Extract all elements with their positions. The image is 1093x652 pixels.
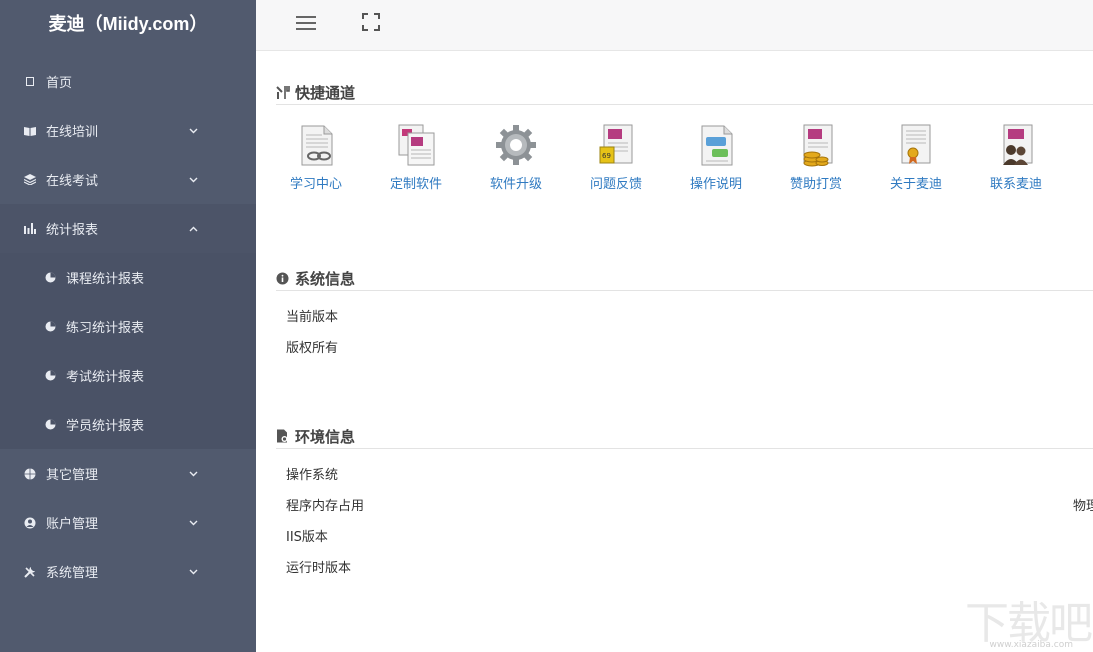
info-row-iis-version: IIS版本 bbox=[286, 530, 328, 545]
sidebar-subitem-course-report[interactable]: 课程统计报表 bbox=[0, 253, 256, 302]
pie-chart-icon bbox=[44, 272, 56, 284]
fullscreen-icon bbox=[362, 13, 380, 35]
quick-item-custom-software[interactable]: 定制软件 bbox=[376, 123, 456, 192]
chevron-up-icon bbox=[188, 224, 198, 234]
sidebar-item-account[interactable]: 账户管理 bbox=[0, 498, 256, 547]
chevron-down-icon bbox=[188, 126, 198, 136]
quick-item-label: 操作说明 bbox=[689, 177, 742, 192]
sidebar-subitem-label: 学员统计报表 bbox=[66, 419, 145, 434]
document-gear-icon bbox=[276, 429, 290, 443]
sidebar-item-system[interactable]: 系统管理 bbox=[0, 547, 256, 596]
coins-document-icon bbox=[794, 123, 838, 167]
account-icon bbox=[24, 517, 36, 529]
contacts-icon bbox=[994, 123, 1038, 167]
certificate-icon bbox=[894, 123, 938, 167]
sidebar-subitem-student-report[interactable]: 学员统计报表 bbox=[0, 400, 256, 449]
sidebar-item-label: 首页 bbox=[46, 76, 73, 91]
system-info-header: 系统信息 bbox=[276, 266, 1093, 291]
top-bar bbox=[256, 0, 1093, 51]
quick-access-title: 快捷通道 bbox=[295, 83, 356, 102]
sidebar-item-reports[interactable]: 统计报表 bbox=[0, 204, 256, 253]
tools-icon bbox=[276, 85, 290, 99]
sidebar: 麦迪（Miidy.com） 首页 在线培训 在线考试 统计报表 课程统计报表 练… bbox=[0, 0, 256, 652]
info-row-copyright: 版权所有 bbox=[286, 341, 339, 356]
menu-toggle-button[interactable] bbox=[294, 12, 318, 36]
environment-info-header: 环境信息 bbox=[276, 424, 1093, 449]
svg-text:69: 69 bbox=[602, 152, 611, 160]
sidebar-item-training[interactable]: 在线培训 bbox=[0, 106, 256, 155]
quick-item-label: 学习中心 bbox=[289, 177, 342, 192]
sidebar-subitem-practice-report[interactable]: 练习统计报表 bbox=[0, 302, 256, 351]
quick-item-label: 联系麦迪 bbox=[989, 177, 1042, 192]
gear-icon bbox=[494, 123, 538, 167]
quick-item-instructions[interactable]: 操作说明 bbox=[676, 123, 756, 192]
sidebar-item-exam[interactable]: 在线考试 bbox=[0, 155, 256, 204]
system-info-title: 系统信息 bbox=[295, 269, 356, 288]
feedback-document-icon: 69 bbox=[594, 123, 638, 167]
pie-chart-icon bbox=[44, 370, 56, 382]
sidebar-subitem-label: 课程统计报表 bbox=[66, 272, 145, 287]
documents-icon bbox=[394, 123, 438, 167]
quick-item-feedback[interactable]: 69 问题反馈 bbox=[576, 123, 656, 192]
sidebar-subitem-label: 练习统计报表 bbox=[66, 321, 145, 336]
book-icon bbox=[24, 125, 36, 137]
pie-chart-icon bbox=[44, 419, 56, 431]
info-row-physical-memory-cutoff: 物理 bbox=[1073, 499, 1093, 514]
sidebar-item-label: 系统管理 bbox=[46, 566, 99, 581]
info-row-memory: 程序内存占用 bbox=[286, 499, 365, 514]
info-row-version: 当前版本 bbox=[286, 310, 339, 325]
quick-item-learning-center[interactable]: 学习中心 bbox=[276, 123, 356, 192]
quick-item-label: 赞助打赏 bbox=[789, 177, 842, 192]
bar-chart-icon bbox=[24, 223, 36, 235]
layers-icon bbox=[24, 174, 36, 186]
quick-item-label: 软件升级 bbox=[489, 177, 542, 192]
chevron-down-icon bbox=[188, 567, 198, 577]
sidebar-item-label: 统计报表 bbox=[46, 223, 99, 238]
sidebar-item-label: 其它管理 bbox=[46, 468, 99, 483]
info-row-runtime-version: 运行时版本 bbox=[286, 561, 352, 576]
chevron-down-icon bbox=[188, 469, 198, 479]
quick-item-sponsor[interactable]: 赞助打赏 bbox=[776, 123, 856, 192]
chevron-down-icon bbox=[188, 518, 198, 528]
environment-info-title: 环境信息 bbox=[295, 427, 356, 446]
pie-chart-icon bbox=[44, 321, 56, 333]
info-row-os: 操作系统 bbox=[286, 468, 339, 483]
sidebar-item-label: 在线考试 bbox=[46, 174, 99, 189]
quick-item-label: 定制软件 bbox=[389, 177, 442, 192]
sidebar-item-label: 账户管理 bbox=[46, 517, 99, 532]
sidebar-subitem-label: 考试统计报表 bbox=[66, 370, 145, 385]
sidebar-item-home[interactable]: 首页 bbox=[0, 57, 256, 106]
quick-item-label: 关于麦迪 bbox=[889, 177, 942, 192]
quick-access-header: 快捷通道 bbox=[276, 80, 1093, 105]
info-icon bbox=[276, 271, 290, 285]
chevron-down-icon bbox=[188, 175, 198, 185]
fullscreen-button[interactable] bbox=[359, 12, 383, 36]
brand-title: 麦迪（Miidy.com） bbox=[48, 14, 208, 34]
globe-icon bbox=[24, 468, 36, 480]
quick-item-about[interactable]: 关于麦迪 bbox=[876, 123, 956, 192]
quick-item-software-upgrade[interactable]: 软件升级 bbox=[476, 123, 556, 192]
sidebar-item-other[interactable]: 其它管理 bbox=[0, 449, 256, 498]
main-content: 快捷通道 学习中心 定制软件 软件升级 69 问题反馈 操作说明 赞助打赏 关于… bbox=[256, 51, 1093, 652]
sidebar-subitem-exam-report[interactable]: 考试统计报表 bbox=[0, 351, 256, 400]
document-link-icon bbox=[294, 123, 338, 167]
quick-item-contact[interactable]: 联系麦迪 bbox=[976, 123, 1056, 192]
square-icon bbox=[24, 76, 36, 88]
quick-item-label: 问题反馈 bbox=[589, 177, 642, 192]
hamburger-icon bbox=[296, 15, 316, 34]
tools-icon bbox=[24, 566, 36, 578]
chat-document-icon bbox=[694, 123, 738, 167]
watermark-url: www.xiazaiba.com bbox=[989, 640, 1073, 650]
quick-access-grid: 学习中心 定制软件 软件升级 69 问题反馈 操作说明 赞助打赏 关于麦迪 联系… bbox=[276, 123, 1093, 203]
sidebar-item-label: 在线培训 bbox=[46, 125, 99, 140]
